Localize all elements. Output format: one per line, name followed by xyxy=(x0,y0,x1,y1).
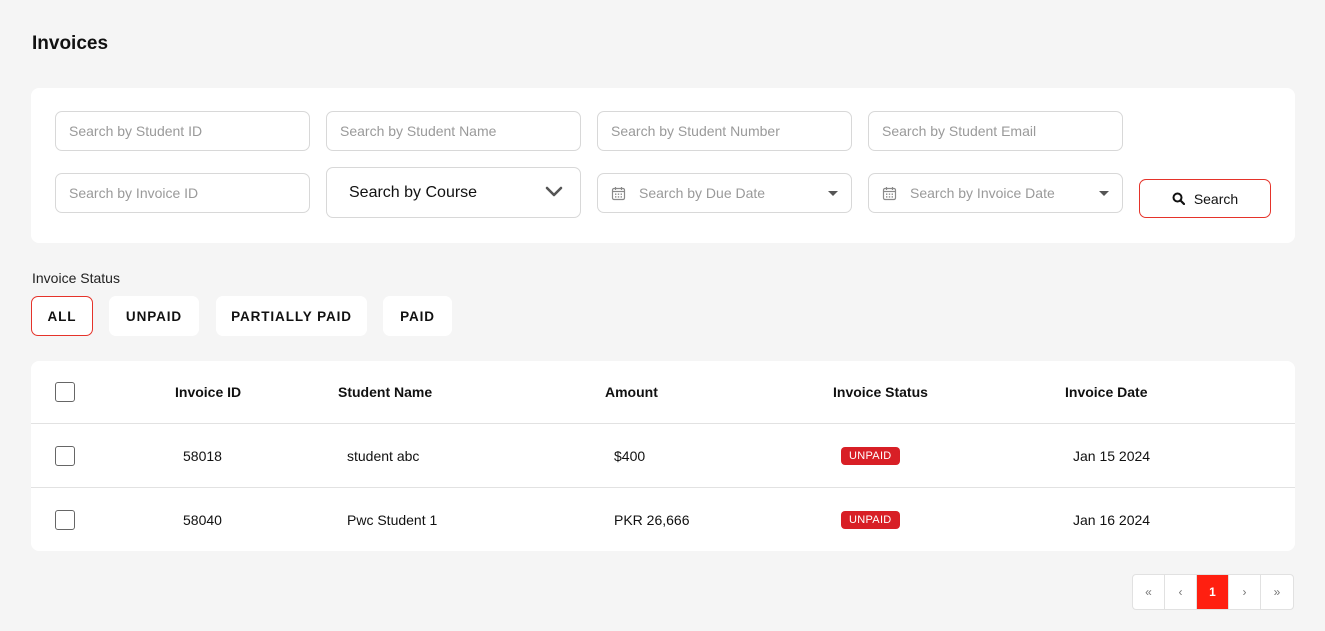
table-row[interactable]: 58018 student abc $400 UNPAID Jan 15 202… xyxy=(31,424,1295,488)
student-number-field[interactable] xyxy=(597,111,852,151)
invoice-id-input[interactable] xyxy=(69,185,309,201)
row-checkbox[interactable] xyxy=(55,446,75,466)
amount-cell: $400 xyxy=(614,448,646,464)
status-badge: UNPAID xyxy=(841,511,900,529)
course-select[interactable]: Search by Course xyxy=(326,167,581,218)
table-row[interactable]: 58040 Pwc Student 1 PKR 26,666 UNPAID Ja… xyxy=(31,488,1295,551)
invoice-id-cell: 58018 xyxy=(183,448,222,464)
prev-page-button[interactable]: ‹ xyxy=(1165,575,1197,609)
last-page-button[interactable]: » xyxy=(1261,575,1293,609)
pagination: « ‹ 1 › » xyxy=(1132,574,1294,610)
status-chip-partially-paid[interactable]: PARTIALLY PAID xyxy=(216,296,367,336)
student-id-field[interactable] xyxy=(55,111,310,151)
column-header-amount[interactable]: Amount xyxy=(605,384,658,400)
invoices-table: Invoice ID Student Name Amount Invoice S… xyxy=(31,361,1295,551)
invoice-date-cell: Jan 15 2024 xyxy=(1073,448,1151,464)
course-select-label: Search by Course xyxy=(349,183,478,201)
search-icon xyxy=(1172,192,1185,205)
table-header-row: Invoice ID Student Name Amount Invoice S… xyxy=(31,361,1295,424)
student-name-cell: Pwc Student 1 xyxy=(347,512,438,528)
due-date-select[interactable]: Search by Due Date xyxy=(597,173,852,213)
student-name-input[interactable] xyxy=(340,123,580,139)
column-header-invoice-date[interactable]: Invoice Date xyxy=(1065,384,1147,400)
student-id-input[interactable] xyxy=(69,123,309,139)
filter-panel: Search by Course Search by Due Date Sear… xyxy=(31,88,1295,243)
chevron-down-icon xyxy=(545,185,563,203)
first-page-button[interactable]: « xyxy=(1133,575,1165,609)
calendar-icon xyxy=(611,186,626,201)
status-badge: UNPAID xyxy=(841,447,900,465)
student-number-input[interactable] xyxy=(611,123,851,139)
status-chip-unpaid[interactable]: UNPAID xyxy=(109,296,199,336)
student-email-field[interactable] xyxy=(868,111,1123,151)
search-button[interactable]: Search xyxy=(1139,179,1271,218)
search-button-label: Search xyxy=(1193,190,1239,207)
caret-down-icon xyxy=(1099,191,1109,196)
student-email-input[interactable] xyxy=(882,123,1122,139)
page-1-button[interactable]: 1 xyxy=(1197,575,1229,609)
student-name-field[interactable] xyxy=(326,111,581,151)
column-header-student-name[interactable]: Student Name xyxy=(338,384,432,400)
row-checkbox[interactable] xyxy=(55,510,75,530)
invoice-date-cell: Jan 16 2024 xyxy=(1073,512,1151,528)
invoice-id-cell: 58040 xyxy=(183,512,222,528)
invoice-date-select[interactable]: Search by Invoice Date xyxy=(868,173,1123,213)
page-title: Invoices xyxy=(32,33,109,54)
calendar-icon xyxy=(882,186,897,201)
next-page-button[interactable]: › xyxy=(1229,575,1261,609)
amount-cell: PKR 26,666 xyxy=(614,512,690,528)
student-name-cell: student abc xyxy=(347,448,420,464)
caret-down-icon xyxy=(828,191,838,196)
select-all-checkbox[interactable] xyxy=(55,382,75,402)
status-chip-all[interactable]: ALL xyxy=(31,296,93,336)
column-header-invoice-id[interactable]: Invoice ID xyxy=(175,384,241,400)
status-chip-paid[interactable]: PAID xyxy=(383,296,452,336)
column-header-invoice-status[interactable]: Invoice Status xyxy=(833,384,928,400)
due-date-label: Search by Due Date xyxy=(639,185,766,201)
invoice-date-label: Search by Invoice Date xyxy=(910,185,1055,201)
invoice-id-field[interactable] xyxy=(55,173,310,213)
invoice-status-label: Invoice Status xyxy=(32,270,120,286)
